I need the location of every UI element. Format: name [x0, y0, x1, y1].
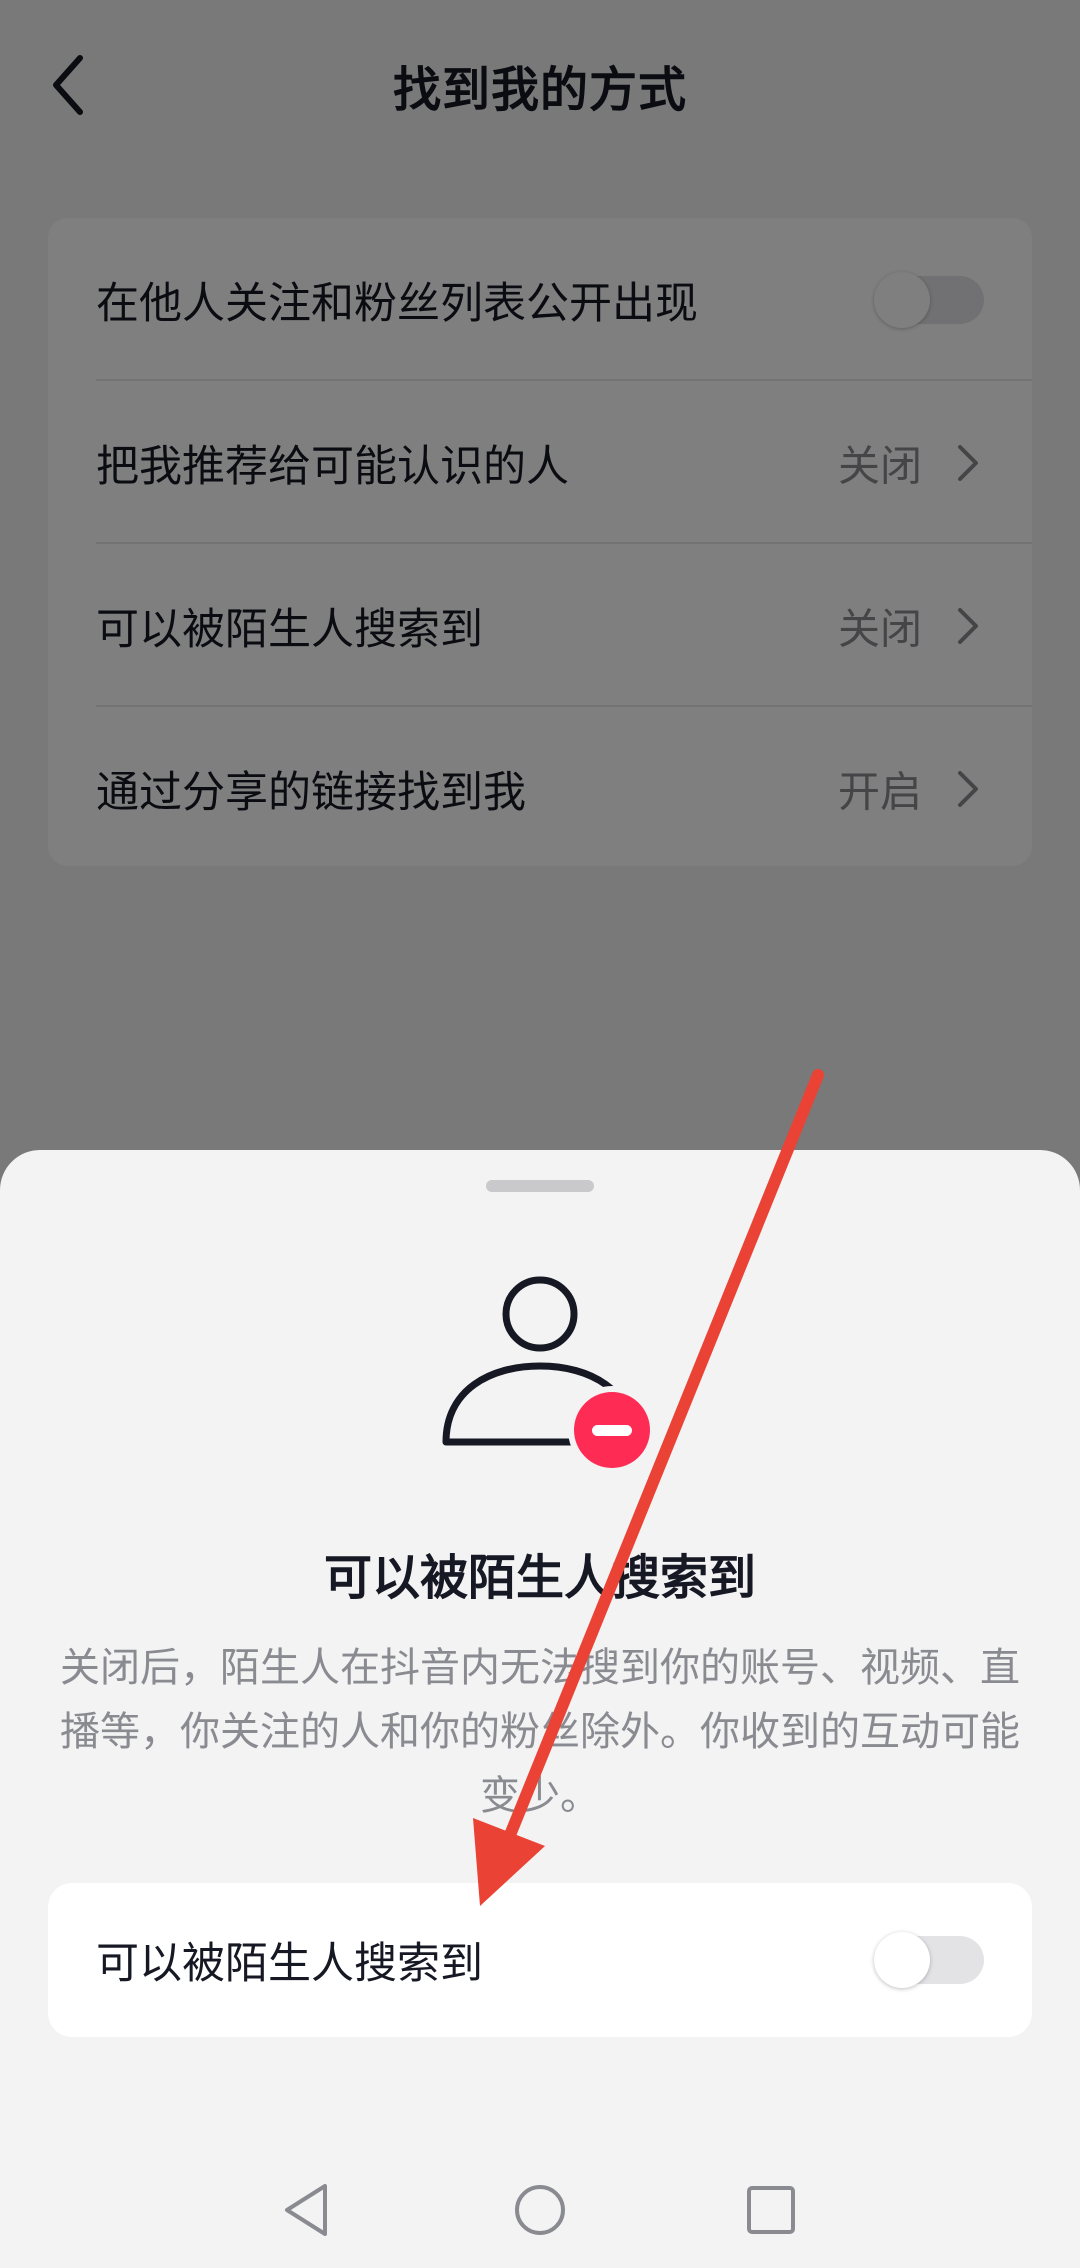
toggle-knob	[874, 1932, 930, 1988]
system-nav-bar	[0, 2150, 1080, 2268]
searchable-toggle[interactable]	[874, 1932, 984, 1988]
sheet-description: 关闭后，陌生人在抖音内无法搜到你的账号、视频、直播等，你关注的人和你的粉丝除外。…	[60, 1645, 1020, 1819]
option-label: 可以被陌生人搜索到	[96, 1939, 483, 1989]
bottom-sheet: 可以被陌生人搜索到 关闭后，陌生人在抖音内无法搜到你的账号、视频、直播等，你关注…	[0, 1150, 1080, 2268]
sheet-title: 可以被陌生人搜索到	[323, 1550, 756, 1606]
user-remove-icon	[442, 1276, 656, 1470]
drag-handle[interactable]	[486, 1180, 594, 1192]
searchable-option-card: 可以被陌生人搜索到	[48, 1883, 1032, 2037]
recents-square-icon[interactable]	[741, 2180, 801, 2240]
back-triangle-icon[interactable]	[279, 2180, 339, 2240]
home-circle-icon[interactable]	[510, 2180, 570, 2240]
